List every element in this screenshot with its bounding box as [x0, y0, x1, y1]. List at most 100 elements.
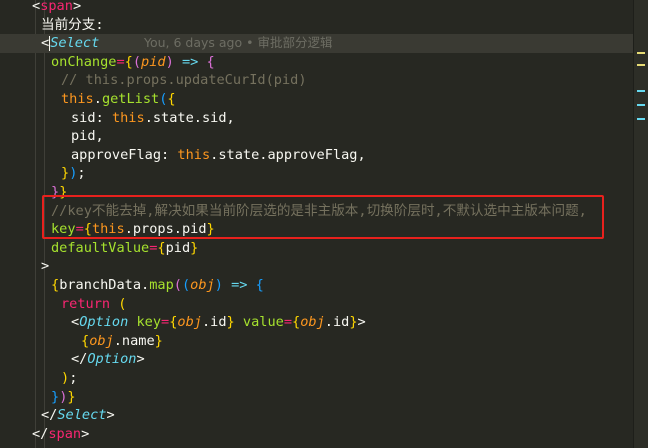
code-token: ) — [214, 277, 223, 293]
code-token: onChange — [51, 53, 117, 70]
code-token: { — [51, 277, 60, 293]
code-token: value — [242, 314, 284, 331]
code-token: } — [51, 388, 60, 405]
code-line[interactable]: onChange={(pid) => { — [0, 53, 634, 72]
code-token: pid, — [71, 128, 104, 145]
code-line[interactable]: pid, — [0, 127, 634, 146]
annotation-highlight-box — [42, 195, 604, 239]
code-token: } — [226, 314, 235, 331]
code-token: Select — [50, 35, 100, 52]
code-line[interactable]: })} — [0, 388, 634, 407]
code-token: > — [72, 0, 82, 14]
code-token: = — [283, 314, 293, 331]
code-token: > — [81, 425, 90, 442]
code-token: { — [292, 314, 301, 331]
code-token: } — [349, 314, 358, 331]
git-blame-annotation: You, 6 days ago • 审批部分逻辑 — [144, 35, 333, 51]
code-token: } — [61, 165, 70, 182]
code-token: // this.props.updateCurId(pid) — [61, 72, 307, 89]
code-editor[interactable]: <span> 当前分支: <Select You, 6 days ago • 审批部分… — [0, 0, 634, 448]
code-line[interactable]: </Select> — [0, 406, 634, 425]
scroll-marker — [637, 52, 645, 54]
code-token: { — [157, 239, 166, 256]
code-token: > — [106, 407, 115, 424]
code-token: .id — [201, 314, 227, 331]
code-token: .state.sid, — [144, 109, 235, 126]
code-line[interactable]: > — [0, 257, 634, 276]
code-line[interactable]: }); — [0, 164, 634, 183]
code-token: > — [357, 314, 366, 331]
code-token: { — [124, 53, 133, 70]
code-token: ( — [110, 295, 127, 312]
code-line[interactable]: {branchData.map((obj) => { — [0, 276, 634, 295]
code-line[interactable]: <Option key={obj.id} value={obj.id}> — [0, 313, 634, 332]
code-token: sid — [71, 109, 96, 126]
code-token: = — [161, 314, 170, 331]
code-token: getList — [101, 91, 160, 107]
code-token: this — [111, 109, 145, 126]
code-token: return — [61, 295, 111, 312]
code-line[interactable]: <Select You, 6 days ago • 审批部分逻辑 — [0, 34, 634, 53]
code-token: Option — [87, 351, 137, 368]
code-token: approveFlag — [71, 146, 162, 163]
code-token: ) — [61, 370, 70, 386]
code-token: 当前分支: — [41, 16, 104, 33]
code-token: : — [95, 109, 112, 126]
code-token: .name — [113, 332, 155, 349]
code-token: defaultValue — [51, 239, 150, 256]
code-token: obj — [89, 332, 114, 349]
code-line[interactable]: 当前分支: — [0, 16, 634, 35]
code-token: pid — [141, 53, 166, 70]
code-token: { — [81, 332, 90, 349]
code-line[interactable]: sid: this.state.sid, — [0, 109, 634, 128]
code-token: obj — [190, 277, 215, 293]
code-token: </ — [32, 425, 49, 442]
code-line[interactable]: <span> — [0, 0, 634, 16]
code-token: ( — [132, 53, 142, 70]
code-token: key — [136, 314, 162, 331]
code-line[interactable]: return ( — [0, 295, 634, 314]
code-token: span — [48, 425, 82, 442]
code-token: this — [177, 146, 211, 163]
code-token: > — [41, 258, 50, 275]
code-token: = — [116, 53, 125, 70]
scroll-marker — [637, 64, 645, 66]
code-line[interactable]: defaultValue={pid} — [0, 239, 634, 258]
code-line[interactable]: </Option> — [0, 350, 634, 369]
scroll-marker — [637, 90, 645, 92]
code-token: < — [41, 35, 50, 52]
code-line[interactable]: ); — [0, 369, 634, 388]
code-token: .state.approveFlag, — [210, 146, 366, 163]
code-token: : — [161, 146, 178, 163]
editor-scrollbar[interactable] — [633, 0, 648, 448]
code-line[interactable]: // this.props.updateCurId(pid) — [0, 71, 634, 90]
code-token: ; — [69, 370, 78, 386]
code-token: obj — [300, 314, 325, 331]
scroll-marker — [637, 118, 645, 120]
code-token: Option — [79, 314, 129, 331]
code-token: } — [67, 388, 76, 405]
code-token: { — [206, 53, 215, 70]
code-line[interactable]: </span> — [0, 425, 634, 444]
code-token: map — [149, 277, 174, 293]
code-token: ) — [165, 53, 174, 70]
code-token: < — [71, 314, 80, 331]
code-token: } — [154, 332, 163, 349]
code-token: ( — [173, 277, 182, 293]
code-token: . — [93, 91, 102, 107]
code-token: => — [173, 53, 207, 70]
code-token: => — [222, 277, 256, 293]
code-line[interactable]: this.getList({ — [0, 90, 634, 109]
code-line[interactable]: {obj.name} — [0, 332, 634, 351]
code-line[interactable]: approveFlag: this.state.approveFlag, — [0, 146, 634, 165]
code-token: Select — [57, 407, 107, 424]
code-token: < — [32, 0, 41, 14]
code-token: } — [190, 239, 199, 256]
code-token: </ — [71, 351, 88, 368]
code-token: ( — [181, 277, 191, 293]
code-token: .id — [324, 314, 350, 331]
code-token: this — [61, 91, 94, 107]
code-token: </ — [41, 407, 58, 424]
code-token: obj — [177, 314, 202, 331]
